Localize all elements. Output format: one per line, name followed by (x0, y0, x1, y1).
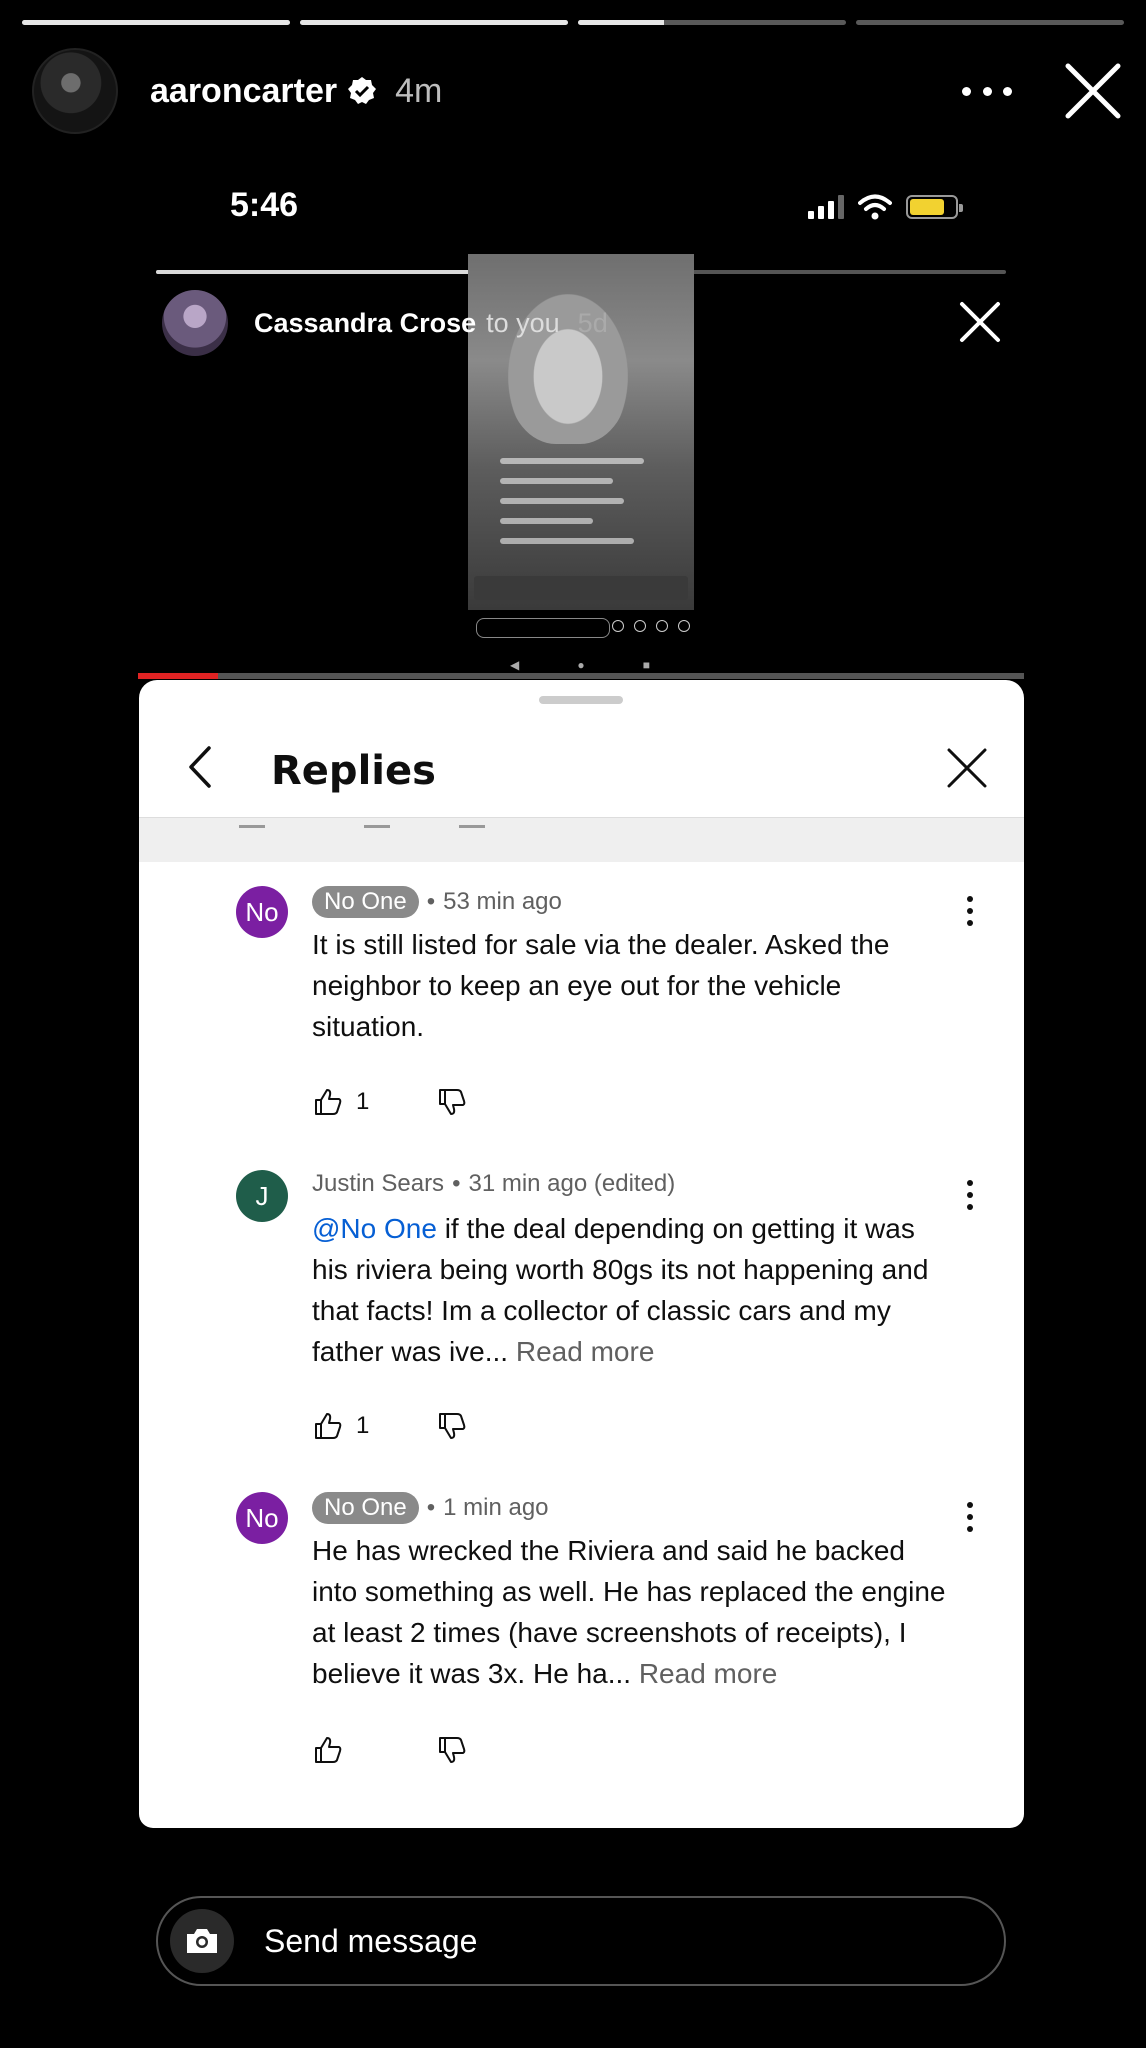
preview-comment-box (476, 618, 610, 638)
verified-badge-icon (348, 77, 377, 104)
comment-time: 31 min ago (edited) (468, 1170, 676, 1197)
close-icon[interactable] (1064, 62, 1122, 120)
inner-story-to-text: to you (486, 307, 560, 338)
comment-meta: No One • 53 min ago (312, 886, 562, 918)
like-count: 1 (356, 1088, 370, 1115)
comment-actions: 1 (312, 1082, 468, 1122)
comment-author-avatar[interactable]: No (236, 886, 288, 938)
thumbs-down-icon[interactable] (436, 1086, 468, 1118)
more-vertical-icon[interactable] (965, 1502, 975, 1532)
story-author-avatar[interactable] (32, 48, 118, 134)
mention-link[interactable]: @No One (312, 1213, 437, 1244)
thumbs-down-icon[interactable] (436, 1410, 468, 1442)
more-vertical-icon[interactable] (965, 1180, 975, 1210)
more-horizontal-icon[interactable] (962, 71, 1012, 111)
video-progress-bar[interactable] (138, 673, 1024, 679)
send-message-bar[interactable]: Send message (156, 1896, 1006, 1986)
thumbs-up-icon[interactable] (312, 1410, 344, 1442)
story-progress-segment (578, 20, 846, 25)
cellular-signal-icon (808, 195, 844, 219)
parent-comment-stub (139, 818, 1024, 862)
comment-text: It is still listed for sale via the deal… (312, 929, 890, 1042)
battery-icon (906, 195, 963, 219)
comment-meta: Justin Sears • 31 min ago (edited) (312, 1170, 676, 1198)
replies-header: Replies (139, 720, 1024, 818)
close-icon[interactable] (945, 746, 989, 790)
read-more-link[interactable]: Read more (516, 1336, 655, 1367)
phone-status-icons (808, 192, 968, 222)
read-more-link[interactable]: Read more (639, 1658, 778, 1689)
inner-story-header: Cassandra Crose to you 5d (162, 290, 1006, 356)
camera-icon (187, 1929, 217, 1953)
camera-button[interactable] (170, 1909, 234, 1973)
story-progress-segment (300, 20, 568, 25)
comment-meta: No One • 1 min ago (312, 1492, 549, 1524)
comment-author-avatar[interactable]: J (236, 1170, 288, 1222)
story-author-username[interactable]: aaroncarter (150, 72, 337, 111)
story-header: aaroncarter 4m (32, 48, 1122, 134)
back-arrow-icon[interactable] (179, 742, 223, 792)
comment-time: 1 min ago (443, 1494, 549, 1521)
thumbs-up-icon[interactable] (312, 1734, 344, 1766)
comment-time: 53 min ago (443, 888, 562, 915)
more-vertical-icon[interactable] (965, 896, 975, 926)
reply-comment: No No One • 1 min ago He has wrecked the… (139, 1492, 1024, 1772)
send-message-input[interactable]: Send message (264, 1923, 477, 1960)
preview-action-icons (612, 620, 690, 632)
replies-sheet: Replies No No One • 53 min ago It is sti… (139, 680, 1024, 1828)
reply-comment: No No One • 53 min ago It is still liste… (139, 886, 1024, 1126)
thumbs-down-icon[interactable] (436, 1734, 468, 1766)
comment-author-badge[interactable]: No One (312, 1492, 419, 1524)
comment-author-name[interactable]: Justin Sears (312, 1170, 444, 1198)
comment-actions (312, 1730, 468, 1770)
story-progress-segment (856, 20, 1124, 25)
reply-comment: J Justin Sears • 31 min ago (edited) @No… (139, 1170, 1024, 1439)
comment-author-badge[interactable]: No One (312, 886, 419, 918)
comment-actions: 1 (312, 1406, 468, 1446)
phone-status-time: 5:46 (230, 186, 299, 224)
story-time-ago: 4m (395, 71, 443, 110)
inner-story-username[interactable]: Cassandra Crose (254, 308, 476, 339)
preview-nav-bar: ◀ ● ■ (510, 658, 650, 672)
comment-text: He has wrecked the Riviera and said he b… (312, 1535, 946, 1689)
story-progress (22, 20, 1124, 25)
inner-close-icon[interactable] (956, 298, 1004, 346)
thumbs-up-icon[interactable] (312, 1086, 344, 1118)
story-progress-segment (22, 20, 290, 25)
replies-title: Replies (271, 748, 436, 794)
sheet-drag-handle[interactable] (539, 696, 623, 704)
wifi-icon (858, 194, 892, 220)
like-count: 1 (356, 1412, 370, 1439)
inner-story-time-ago: 5d (577, 307, 608, 338)
comment-author-avatar[interactable]: No (236, 1492, 288, 1544)
comment-text: @No One if the deal depending on getting… (312, 1213, 929, 1367)
inner-story-avatar[interactable] (162, 290, 228, 356)
